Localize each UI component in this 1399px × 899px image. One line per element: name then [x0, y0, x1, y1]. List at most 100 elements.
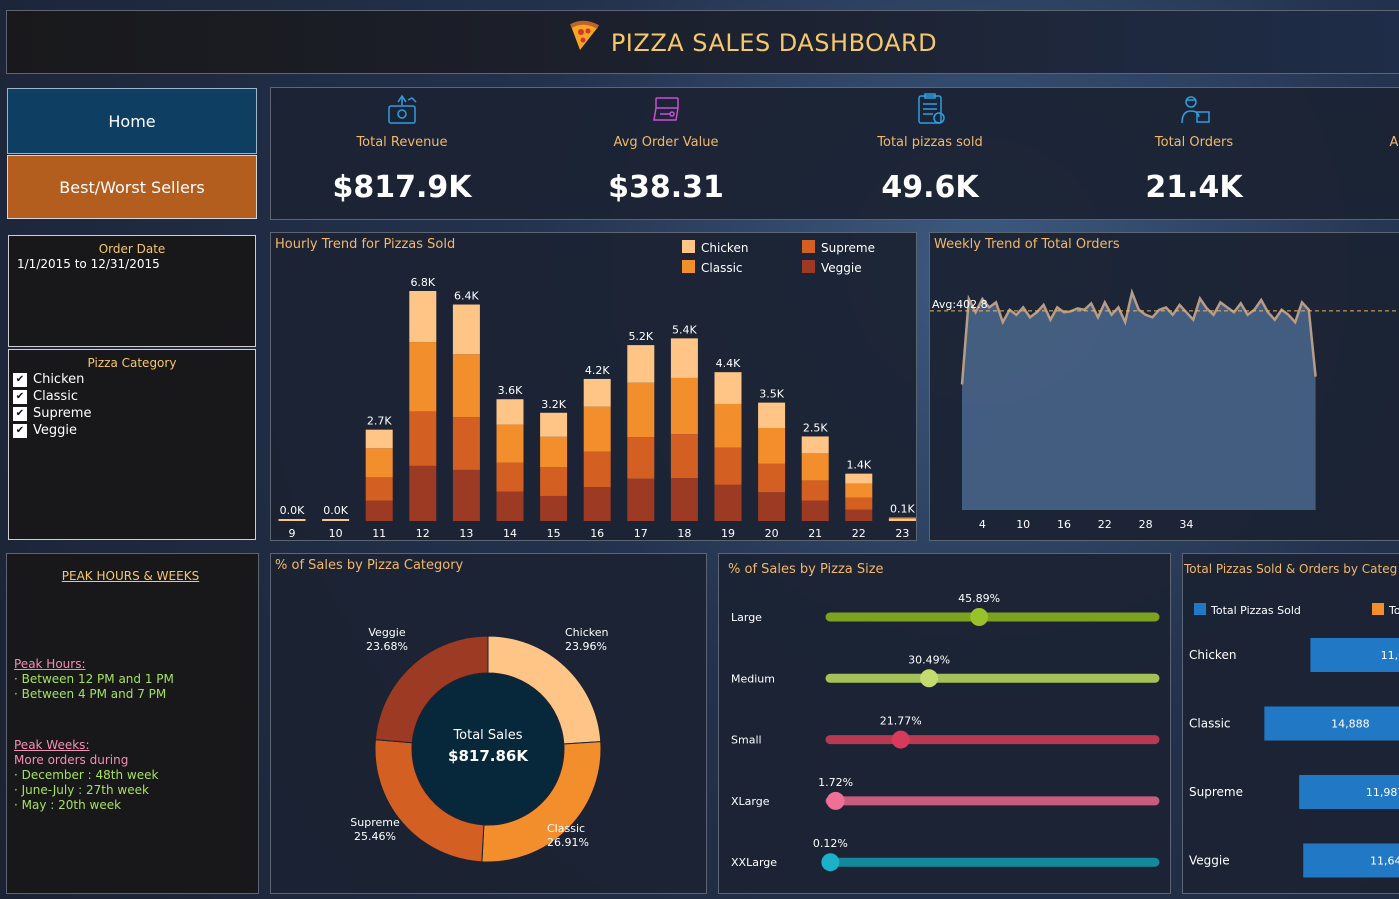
x-tick-label: 12 [416, 527, 430, 540]
bar-segment-veggie [627, 478, 655, 521]
bar-data-label: 6.4K [454, 290, 479, 303]
kpi-value: $38.31 [608, 170, 724, 205]
delivery-person-icon [1178, 92, 1212, 130]
bar-segment-chicken [452, 304, 480, 355]
peak-weeks-title: Peak Weeks: [14, 738, 90, 752]
x-tick-label: 10 [329, 527, 343, 540]
x-tick-label: 11 [372, 527, 386, 540]
bar-segment-supreme [583, 451, 611, 488]
peak-hours-title: Peak Hours: [14, 657, 86, 671]
x-tick-label: 17 [634, 527, 648, 540]
x-tick-label: 18 [677, 527, 691, 540]
x-tick-label: 9 [289, 527, 296, 540]
legend-swatch [682, 240, 695, 253]
bar-segment-veggie [409, 465, 437, 521]
pizza-slice-icon [567, 12, 601, 73]
check-icon: ✔ [13, 389, 27, 404]
size-category-label: Medium [731, 672, 775, 685]
weekly-area-fill [962, 292, 1316, 510]
donut-center-label: Total Sales [452, 728, 522, 743]
pizza-box-icon [650, 92, 684, 130]
category-checkbox-veggie[interactable]: ✔ Veggie [13, 423, 77, 438]
bar-segment-supreme [758, 463, 786, 493]
category-totals-chart: Total Pizzas Sold To Chicken 11,05 Classic 14… [1189, 603, 1399, 878]
bar-segment-classic [365, 448, 393, 478]
bar-data-label: 4.4K [716, 357, 741, 370]
legend-swatch [1194, 603, 1206, 615]
peak-hours-item: · Between 4 PM and 7 PM [14, 687, 167, 701]
date-range-value[interactable]: 1/1/2015 to 12/31/2015 [17, 257, 160, 271]
bar-segment-supreme [627, 437, 655, 479]
bar-segment-chicken [627, 345, 655, 383]
kpi-panel: Total Revenue $817.9K Avg Order Value $3… [270, 87, 1399, 220]
legend-label: Classic [701, 261, 743, 275]
kpi-label: Total Revenue [356, 135, 448, 150]
bar-segment-classic [627, 382, 655, 438]
money-bag-icon [386, 92, 420, 130]
size-value-label: 0.12% [813, 837, 848, 850]
slice-percent-label: 25.46% [354, 830, 396, 843]
kpi-label: A [1389, 135, 1399, 150]
hourly-chart: 0.0K 9 0.0K 10 2.7K 11 6.8K 12 6.4K 13 3.6K 14 3.2K 1… [278, 240, 916, 540]
bar-data-label: 2.5K [803, 421, 828, 434]
home-button[interactable]: Home [7, 88, 257, 154]
category-label: Veggie [1189, 854, 1230, 868]
bar-data-label: 1.4K [846, 459, 871, 472]
category-bar-label: 11,649 [1370, 855, 1399, 868]
bar-segment-classic [801, 453, 829, 481]
bar-data-label: 3.2K [541, 398, 566, 411]
size-value-label: 21.77% [880, 715, 922, 728]
checkbox-label: Classic [33, 389, 78, 404]
weekly-trend-panel: Weekly Trend of Total Orders Avg:402.8 4 1… [929, 232, 1399, 541]
category-checkbox-chicken[interactable]: ✔ Chicken [13, 372, 84, 387]
check-icon: ✔ [13, 423, 27, 438]
slice-name-label: Veggie [368, 626, 405, 639]
date-filter-panel[interactable]: Order Date 1/1/2015 to 12/31/2015 [8, 235, 256, 347]
bar-segment-classic [714, 403, 742, 448]
x-tick-label: 21 [808, 527, 822, 540]
bar-segment-min [322, 519, 350, 521]
legend-swatch [802, 260, 815, 273]
bar-segment-supreme [845, 497, 873, 510]
clipboard-list-icon [914, 92, 948, 130]
x-tick-label: 14 [503, 527, 517, 540]
category-bar-label: 14,888 [1331, 718, 1370, 731]
legend-swatch [682, 260, 695, 273]
size-value-dot [970, 608, 989, 626]
page-title: PIZZA SALES DASHBOARD [7, 11, 1399, 73]
bar-segment-classic [758, 427, 786, 464]
bar-segment-chicken [845, 473, 873, 484]
peak-hours-item: · Between 12 PM and 1 PM [14, 672, 174, 686]
legend-label: Supreme [821, 241, 875, 255]
peak-weeks-item: · December : 48th week [14, 768, 159, 782]
bar-segment-classic [540, 436, 568, 468]
category-filter-panel: Pizza Category ✔ Chicken ✔ Classic ✔ Suprem… [8, 349, 256, 540]
x-tick-label: 15 [547, 527, 561, 540]
bar-data-label: 3.6K [498, 384, 523, 397]
bar-segment-veggie [845, 509, 873, 521]
best-worst-sellers-button[interactable]: Best/Worst Sellers [7, 155, 257, 219]
peak-weeks-item: · May : 20th week [14, 798, 122, 812]
bar-segment-chicken [714, 372, 742, 404]
bar-segment-min [888, 519, 916, 521]
checkbox-label: Supreme [33, 406, 92, 421]
size-category-label: Small [731, 734, 762, 747]
check-icon: ✔ [13, 406, 27, 421]
bar-segment-veggie [583, 487, 611, 521]
check-icon: ✔ [13, 372, 27, 387]
category-bar-label: 11,05 [1381, 649, 1399, 662]
kpi-label: Total pizzas sold [877, 135, 983, 150]
average-label: Avg:402.8 [932, 298, 988, 311]
legend-swatch [1372, 603, 1384, 615]
bar-segment-classic [496, 424, 524, 463]
donut-chart: Chicken23.96% Classic26.91% Supreme25.46% V… [350, 626, 609, 863]
bar-data-label: 4.2K [585, 364, 610, 377]
category-checkbox-classic[interactable]: ✔ Classic [13, 389, 78, 404]
slice-name-label: Classic [547, 822, 585, 835]
category-totals-panel: Total Pizzas Sold & Orders by Categ Tota… [1182, 553, 1399, 894]
checkbox-label: Chicken [33, 372, 85, 387]
bar-segment-chicken [888, 517, 916, 519]
bar-data-label: 0.0K [280, 504, 305, 517]
bar-segment-classic [583, 406, 611, 452]
category-checkbox-supreme[interactable]: ✔ Supreme [13, 406, 91, 421]
